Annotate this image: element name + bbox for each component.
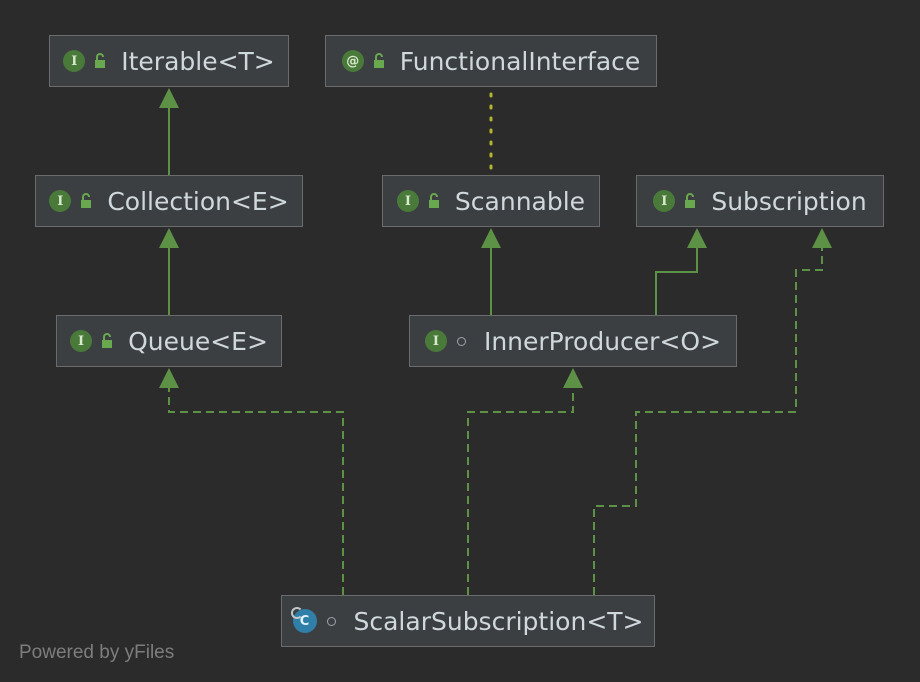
class-badge-icon: C (290, 607, 317, 633)
arrowhead-collection (159, 228, 179, 248)
arrowhead-scannable (481, 228, 501, 248)
node-label: Queue<E> (128, 326, 268, 356)
edge-scalar-implements-subscription (593, 246, 823, 595)
open-lock-icon (100, 333, 114, 349)
package-private-icon (326, 616, 336, 626)
arrowhead-iterable (159, 88, 179, 108)
node-subscription[interactable]: I Subscription (636, 175, 884, 227)
edge-scalar-implements-innerproducer (467, 386, 574, 595)
interface-badge-icon: I (653, 190, 676, 212)
interface-badge-icon: I (396, 190, 419, 212)
arrowhead-subscription-right (812, 228, 832, 248)
node-label: InnerProducer<O> (483, 326, 722, 356)
node-functional-interface[interactable]: @ FunctionalInterface (325, 35, 657, 87)
arrowhead-innerproducer (563, 368, 583, 388)
open-lock-icon (372, 53, 386, 69)
annotation-badge-icon: @ (341, 50, 364, 72)
node-label: FunctionalInterface (399, 46, 641, 76)
open-lock-icon (93, 53, 107, 69)
edge-scalar-implements-queue (168, 386, 344, 595)
powered-by-watermark: Powered by yFiles (19, 642, 175, 663)
node-label: Iterable<T> (121, 46, 275, 76)
node-label: Collection<E> (107, 186, 289, 216)
interface-badge-icon: I (424, 330, 447, 352)
package-private-icon (456, 336, 466, 346)
open-lock-icon (683, 193, 697, 209)
node-label: Scannable (454, 186, 586, 216)
arrowhead-queue (159, 368, 179, 388)
edge-innerproducer-extends-subscription (655, 246, 698, 315)
node-scalar-subscription[interactable]: C ScalarSubscription<T> (281, 595, 655, 647)
node-scannable[interactable]: I Scannable (382, 175, 600, 227)
node-label: Subscription (711, 186, 867, 216)
node-label: ScalarSubscription<T> (353, 606, 644, 636)
open-lock-icon (427, 193, 441, 209)
interface-badge-icon: I (49, 190, 72, 212)
arrowhead-subscription-left (687, 228, 707, 248)
node-iterable[interactable]: I Iterable<T> (49, 35, 289, 87)
interface-badge-icon: I (63, 50, 86, 72)
interface-badge-icon: I (70, 330, 93, 352)
node-collection[interactable]: I Collection<E> (35, 175, 303, 227)
node-queue[interactable]: I Queue<E> (56, 315, 282, 367)
node-inner-producer[interactable]: I InnerProducer<O> (409, 315, 737, 367)
open-lock-icon (79, 193, 93, 209)
